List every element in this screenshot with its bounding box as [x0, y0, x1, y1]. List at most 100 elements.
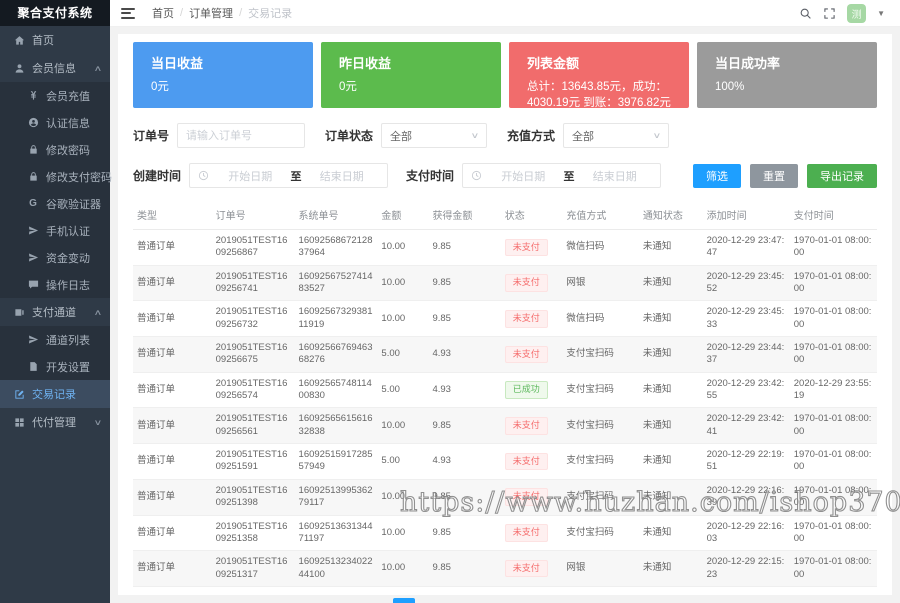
start-date-placeholder: 开始日期 [486, 168, 561, 184]
sidebar-item-label: 会员信息 [32, 60, 76, 76]
breadcrumb-item-0[interactable]: 首页 [152, 5, 174, 21]
status-cell: 已成功 [501, 372, 563, 408]
pay-time-range[interactable]: 开始日期 至 结束日期 [462, 163, 661, 188]
status-badge: 未支付 [505, 488, 548, 506]
system-no-cell: 1609251363134471197 [295, 515, 378, 551]
sidebar-item-12[interactable]: 开发设置 [0, 353, 110, 380]
received-cell: 4.93 [428, 337, 500, 373]
search-icon[interactable] [799, 7, 812, 20]
page-button-2[interactable]: 2 [422, 598, 444, 603]
status-cell: 未支付 [501, 551, 563, 587]
status-badge: 未支付 [505, 453, 548, 471]
next-page-button[interactable]: › [625, 598, 647, 603]
sidebar-item-3[interactable]: 认证信息 [0, 109, 110, 136]
sidebar-item-4[interactable]: 修改密码 [0, 136, 110, 163]
fullscreen-icon[interactable] [823, 7, 836, 20]
sidebar-item-0[interactable]: 首页 [0, 26, 110, 54]
column-header-2: 系统单号 [295, 200, 378, 230]
column-header-9: 支付时间 [790, 200, 877, 230]
order-status-select[interactable]: 全部 ∨ [381, 123, 487, 148]
order-no-cell: 2019051TEST1609251398 [212, 479, 295, 515]
added-time-cell: 2020-12-29 23:45:33 [703, 301, 790, 337]
date-to-label: 至 [564, 168, 575, 184]
order-no-cell: 2019051TEST1609256867 [212, 230, 295, 266]
amount-cell: 10.00 [377, 479, 428, 515]
table-row: 普通订单2019051TEST1609256574160925657481140… [133, 372, 877, 408]
table-row: 普通订单2019051TEST1609251317160925132340224… [133, 551, 877, 587]
received-cell: 4.93 [428, 372, 500, 408]
menu-toggle-icon[interactable] [121, 8, 135, 19]
method-cell: 支付宝扫码 [562, 408, 639, 444]
page-button-36[interactable]: 36 [596, 598, 618, 603]
export-button[interactable]: 导出记录 [807, 164, 877, 188]
page-button-3[interactable]: 3 [451, 598, 473, 603]
status-cell: 未支付 [501, 479, 563, 515]
sidebar-item-11[interactable]: 通道列表 [0, 326, 110, 353]
sidebar-item-label: 通道列表 [46, 332, 90, 348]
create-time-range[interactable]: 开始日期 至 结束日期 [189, 163, 388, 188]
breadcrumb-item-1[interactable]: 订单管理 [189, 5, 233, 21]
sidebar-item-9[interactable]: 操作日志 [0, 271, 110, 298]
column-header-5: 状态 [501, 200, 563, 230]
column-header-7: 通知状态 [639, 200, 703, 230]
paid-time-cell: 1970-01-01 08:00:00 [790, 265, 877, 301]
filter-buttons: 筛选 重置 导出记录 [693, 164, 877, 188]
page-button-4[interactable]: 4 [480, 598, 502, 603]
sidebar-item-label: 修改支付密码 [46, 169, 112, 185]
prev-page-button[interactable]: ‹ [364, 598, 386, 603]
caret-down-icon[interactable]: ▼ [877, 9, 885, 18]
order-no-cell: 2019051TEST1609256732 [212, 301, 295, 337]
page-button-6[interactable]: 6 [538, 598, 560, 603]
method-select[interactable]: 全部 ∨ [563, 123, 669, 148]
system-no-cell: 1609251591728557949 [295, 444, 378, 480]
edit-icon [13, 388, 25, 400]
added-time-cell: 2020-12-29 23:45:52 [703, 265, 790, 301]
system-no-cell: 1609251399536279117 [295, 479, 378, 515]
notify-cell: 未通知 [639, 230, 703, 266]
sidebar-item-14[interactable]: 代付管理∨ [0, 408, 110, 436]
clock-icon [471, 170, 482, 181]
sidebar-item-label: 开发设置 [46, 359, 90, 375]
table-header-row: 类型订单号系统单号金额获得金额状态充值方式通知状态添加时间支付时间 [133, 200, 877, 230]
content-area: 当日收益0元昨日收益0元列表金额总计：13643.85元，成功：4030.19元… [110, 27, 900, 603]
filter-row-1: 订单号 订单状态 全部 ∨ 充值方式 全部 ∨ [133, 123, 877, 148]
stat-card-value: 0元 [151, 79, 301, 95]
sidebar-item-13[interactable]: 交易记录 [0, 380, 110, 408]
paid-time-cell: 2020-12-29 23:55:19 [790, 372, 877, 408]
topbar-actions: 测 ▼ [799, 4, 900, 23]
id-card-icon [27, 117, 39, 129]
page-button-1[interactable]: 1 [393, 598, 415, 603]
added-time-cell: 2020-12-29 23:42:55 [703, 372, 790, 408]
sidebar-item-8[interactable]: 资金变动 [0, 244, 110, 271]
sidebar-menu: 首页会员信息∧会员充值认证信息修改密码修改支付密码 G谷歌验证器手机认证资金变动操… [0, 26, 110, 436]
added-time-cell: 2020-12-29 23:42:41 [703, 408, 790, 444]
status-cell: 未支付 [501, 444, 563, 480]
amount-cell: 10.00 [377, 265, 428, 301]
sidebar-item-2[interactable]: 会员充值 [0, 82, 110, 109]
comment-icon [27, 279, 39, 291]
received-cell: 9.85 [428, 265, 500, 301]
sidebar-item-7[interactable]: 手机认证 [0, 217, 110, 244]
received-cell: 9.85 [428, 230, 500, 266]
status-badge: 未支付 [505, 560, 548, 578]
reset-button[interactable]: 重置 [750, 164, 798, 188]
sidebar-item-6[interactable]: G谷歌验证器 [0, 190, 110, 217]
amount-cell: 10.00 [377, 301, 428, 337]
sidebar-item-5[interactable]: 修改支付密码 [0, 163, 110, 190]
order-no-input[interactable] [177, 123, 305, 148]
sidebar-item-1[interactable]: 会员信息∧ [0, 54, 110, 82]
page-button-5[interactable]: 5 [509, 598, 531, 603]
start-date-placeholder: 开始日期 [213, 168, 288, 184]
filter-button[interactable]: 筛选 [693, 164, 741, 188]
lock-icon [27, 171, 39, 183]
table-row: 普通订单2019051TEST1609251398160925139953627… [133, 479, 877, 515]
create-time-label: 创建时间 [133, 167, 181, 184]
end-date-placeholder: 结束日期 [578, 168, 653, 184]
select-caret-icon: ∨ [471, 131, 480, 140]
received-cell: 9.85 [428, 551, 500, 587]
avatar[interactable]: 测 [847, 4, 866, 23]
notify-cell: 未通知 [639, 444, 703, 480]
status-badge: 未支付 [505, 274, 548, 292]
type-cell: 普通订单 [133, 337, 212, 373]
sidebar-item-10[interactable]: 支付通道∧ [0, 298, 110, 326]
